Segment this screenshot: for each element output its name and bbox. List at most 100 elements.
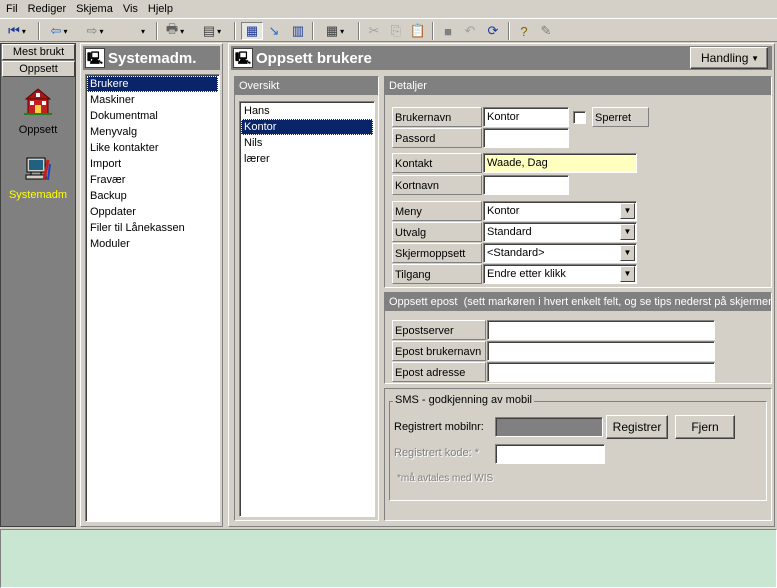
paste-icon[interactable]: 📋 [408, 22, 428, 40]
selection-select-value: Standard [487, 226, 532, 238]
chevron-down-icon[interactable]: ▼ [620, 203, 635, 219]
access-select-value: Endre etter klikk [487, 268, 566, 280]
school-building-icon[interactable] [1, 86, 75, 121]
blocked-label: Sperret [592, 107, 649, 127]
undo-icon[interactable]: ↶ [460, 22, 480, 40]
overview-header: Oversikt [235, 77, 378, 95]
user-item-nils[interactable]: Nils [241, 135, 373, 151]
code-field[interactable] [495, 444, 605, 464]
status-bar [0, 529, 777, 588]
print-icon[interactable]: 🖶 [160, 21, 190, 40]
chevron-down-icon[interactable]: ▼ [620, 245, 635, 261]
module-item-maskiner[interactable]: Maskiner [87, 92, 218, 108]
tree-view-icon[interactable]: ↘ [264, 22, 284, 40]
nav-item-oppsett[interactable]: Oppsett [1, 124, 75, 136]
email-server-label: Epostserver [392, 320, 486, 340]
main-panel: 🖳 Oppsett brukere Handling ▼ Oversikt Ha… [228, 43, 775, 527]
email-username-label: Epost brukernavn [392, 341, 486, 361]
computer-icon: 🖳 [233, 48, 253, 68]
sms-legend: SMS - godkjenning av mobil [393, 394, 534, 406]
username-label: Brukernavn [392, 107, 482, 127]
module-item-fravaer[interactable]: Fravær [87, 172, 218, 188]
save-icon[interactable]: ■ [438, 22, 458, 40]
email-server-field[interactable] [487, 320, 715, 340]
computer-icon: 🖳 [85, 48, 105, 68]
menu-skjema[interactable]: Skjema [72, 3, 119, 15]
sms-note: *må avtales med WIS [397, 473, 494, 484]
menu-rediger[interactable]: Rediger [24, 3, 73, 15]
module-item-like-kontakter[interactable]: Like kontakter [87, 140, 218, 156]
details-panel: Detaljer Brukernavn Kontor Sperret Passo… [384, 76, 772, 288]
menu-label: Meny [392, 201, 482, 221]
blocked-checkbox[interactable] [573, 111, 586, 124]
user-item-hans[interactable]: Hans [241, 103, 373, 119]
grid-view-icon[interactable]: ▥ [288, 22, 308, 40]
first-record-icon[interactable]: ⏮ [2, 22, 32, 40]
menu-select[interactable]: Kontor ▼ [483, 201, 637, 221]
nav-item-systemadm[interactable]: Systemadm [1, 189, 75, 201]
list-view-icon[interactable]: ▦ [241, 22, 263, 40]
module-item-oppdater[interactable]: Oppdater [87, 204, 218, 220]
screen-setup-label: Skjermoppsett [392, 243, 482, 263]
email-username-field[interactable] [487, 341, 715, 361]
dropdown-arrow-icon[interactable] [132, 22, 152, 40]
help-icon[interactable]: ? [514, 22, 534, 40]
password-field[interactable] [483, 128, 569, 148]
back-arrow-icon[interactable]: ⇦ [44, 22, 74, 40]
menu-select-value: Kontor [487, 205, 520, 217]
user-item-kontor[interactable]: Kontor [241, 119, 373, 135]
register-button[interactable]: Registrer [606, 415, 668, 439]
contact-field[interactable]: Waade, Dag [483, 153, 637, 173]
left-navigation: Mest brukt Oppsett Oppsett Systemadm [0, 43, 76, 527]
contact-label: Kontakt [392, 153, 482, 173]
module-item-brukere[interactable]: Brukere [87, 76, 218, 92]
email-header-title: Oppsett epost [389, 296, 458, 308]
username-field[interactable]: Kontor [483, 107, 569, 127]
computer-tools-icon[interactable] [1, 152, 75, 187]
details-header: Detaljer [385, 77, 771, 95]
chevron-down-icon[interactable]: ▼ [620, 266, 635, 282]
menu-bar: Fil Rediger Skjema Vis Hjelp [0, 0, 777, 17]
copy-document-icon[interactable]: ▤ [196, 22, 228, 40]
module-item-menyvalg[interactable]: Menyvalg [87, 124, 218, 140]
code-label: Registrert kode: * [394, 447, 479, 459]
shortname-field[interactable] [483, 175, 569, 195]
refresh-icon[interactable]: ⟳ [482, 22, 504, 40]
module-panel-title: Systemadm. [108, 49, 197, 67]
screen-setup-select[interactable]: <Standard> ▼ [483, 243, 637, 263]
module-item-moduler[interactable]: Moduler [87, 236, 218, 252]
mobile-label: Registrert mobilnr: [394, 421, 484, 433]
selection-select[interactable]: Standard ▼ [483, 222, 637, 242]
nav-button-mest-brukt[interactable]: Mest brukt [2, 44, 75, 60]
user-item-laerer[interactable]: lærer [241, 151, 373, 167]
copy-icon[interactable]: ⎘ [386, 22, 406, 40]
remove-button[interactable]: Fjern [675, 415, 735, 439]
menu-fil[interactable]: Fil [2, 3, 24, 15]
module-item-filer-lanekassen[interactable]: Filer til Lånekassen [87, 220, 218, 236]
page-title: Oppsett brukere [256, 49, 372, 67]
menu-vis[interactable]: Vis [119, 3, 144, 15]
action-menu-button[interactable]: Handling ▼ [690, 47, 768, 69]
module-item-import[interactable]: Import [87, 156, 218, 172]
module-list: Brukere Maskiner Dokumentmal Menyvalg Li… [85, 74, 220, 522]
email-header: Oppsett epost (sett markøren i hvert enk… [385, 293, 771, 311]
module-item-dokumentmal[interactable]: Dokumentmal [87, 108, 218, 124]
module-item-backup[interactable]: Backup [87, 188, 218, 204]
table-icon[interactable]: ▦ [318, 22, 352, 40]
toolbar: ⏮ ⇦ ⇨ 🖶 ▤ ▦ ↘ ▥ ▦ ✂ ⎘ 📋 ■ ↶ ⟳ ? ✎ [0, 18, 777, 42]
overview-panel: Oversikt Hans Kontor Nils lærer [234, 76, 379, 521]
menu-hjelp[interactable]: Hjelp [144, 3, 179, 15]
action-menu-label: Handling [701, 51, 749, 65]
forward-arrow-icon[interactable]: ⇨ [80, 22, 110, 40]
module-panel-header: 🖳 Systemadm. [83, 46, 220, 70]
email-address-field[interactable] [487, 362, 715, 382]
selection-label: Utvalg [392, 222, 482, 242]
chevron-down-icon[interactable]: ▼ [620, 224, 635, 240]
chevron-down-icon: ▼ [751, 53, 759, 63]
nav-button-oppsett[interactable]: Oppsett [2, 61, 75, 77]
email-address-label: Epost adresse [392, 362, 486, 382]
access-select[interactable]: Endre etter klikk ▼ [483, 264, 637, 284]
cut-icon[interactable]: ✂ [364, 22, 384, 40]
module-panel: 🖳 Systemadm. Brukere Maskiner Dokumentma… [80, 43, 223, 527]
context-help-icon[interactable]: ✎ [536, 22, 556, 40]
